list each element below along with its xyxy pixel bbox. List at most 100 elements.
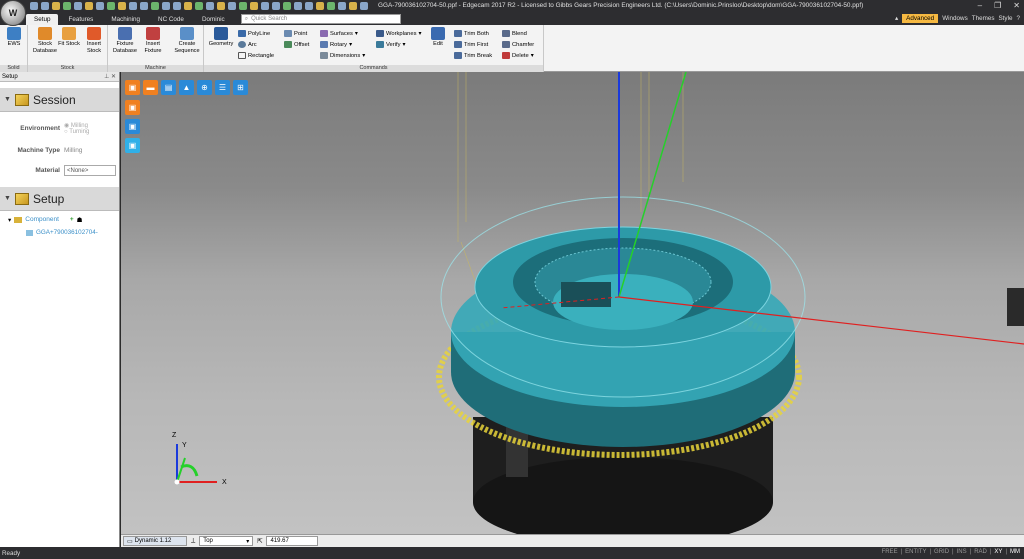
view-side-cube-icon[interactable]: ▣	[125, 119, 140, 134]
collapse-ribbon-icon[interactable]: ▴	[895, 15, 898, 22]
collapse-chevron-icon[interactable]: ▼	[4, 195, 11, 202]
verify-button[interactable]: Verify ▾	[376, 41, 405, 48]
flag-grid[interactable]: GRID	[934, 549, 949, 555]
blend-icon	[502, 30, 510, 37]
arc-button[interactable]: Arc	[238, 41, 257, 48]
trim-break-label: Trim Break	[464, 52, 493, 59]
close-button[interactable]: ✕	[1013, 1, 1020, 10]
material-dropdown[interactable]: <None>	[64, 164, 116, 176]
view-bottom-cube-icon[interactable]: ▣	[125, 138, 140, 153]
rotary-button[interactable]: Rotary ▾	[320, 41, 352, 48]
fixture-database-button[interactable]: Fixture Database	[110, 27, 140, 54]
insert-stock-icon	[87, 27, 101, 40]
point-button[interactable]: Point	[284, 30, 307, 37]
fit-stock-button[interactable]: Fit Stock	[56, 27, 82, 48]
dynamic-display-field[interactable]: ▭ Dynamic 1.12	[123, 536, 187, 546]
trim-first-button[interactable]: Trim First	[454, 41, 488, 48]
view-select[interactable]: Top ▾	[199, 536, 254, 546]
view-front-icon[interactable]: ▬	[143, 80, 158, 95]
component-item[interactable]: GGA+790036102704-	[0, 226, 119, 239]
quick-access-toolbar[interactable]	[30, 2, 368, 10]
settings-icon[interactable]: ☗	[77, 216, 83, 224]
insert-fixture-button[interactable]: Insert Fixture	[138, 27, 168, 54]
triad-x-label: X	[222, 479, 227, 486]
trim-both-button[interactable]: Trim Both	[454, 30, 489, 37]
quick-search-input[interactable]: ⌕ Quick Search	[240, 14, 401, 24]
insert-stock-button[interactable]: Insert Stock	[80, 27, 108, 54]
style-menu[interactable]: Style	[998, 15, 1012, 22]
flag-mm[interactable]: MM	[1010, 549, 1020, 555]
point-label: Point	[294, 30, 308, 37]
tab-setup[interactable]: Setup	[26, 14, 59, 25]
environment-radio-group[interactable]: ◉ Milling ○ Turning	[64, 122, 89, 135]
advanced-button[interactable]: Advanced	[902, 14, 939, 23]
view-iso-cube-icon[interactable]: ▣	[125, 80, 140, 95]
zoom-level-field[interactable]: 419.67	[266, 536, 319, 546]
trim-break-button[interactable]: Trim Break	[454, 52, 492, 59]
rotary-icon	[320, 41, 328, 48]
view-hidden-icon[interactable]: ▤	[161, 80, 176, 95]
delete-button[interactable]: Delete ▾	[502, 52, 534, 59]
flag-entity[interactable]: ENTITY	[905, 549, 926, 555]
point-icon	[284, 30, 292, 37]
view-lamp-icon[interactable]: ▲	[179, 80, 194, 95]
panel-title-text: Setup	[2, 74, 18, 80]
list-icon[interactable]: ☰	[215, 80, 230, 95]
create-sequence-button[interactable]: Create Sequence	[172, 27, 202, 54]
chamfer-icon	[502, 41, 510, 48]
grid-icon[interactable]: ⊞	[233, 80, 248, 95]
edit-button[interactable]: Edit	[426, 27, 450, 48]
view-top-cube-icon[interactable]: ▣	[125, 100, 140, 115]
insert-stock-label: Insert Stock	[87, 41, 101, 54]
themes-menu[interactable]: Themes	[972, 15, 995, 22]
geometry-button[interactable]: Geometry	[206, 27, 236, 48]
rectangle-button[interactable]: Rectangle	[238, 52, 274, 59]
zoom-level-value: 419.67	[270, 538, 289, 544]
flag-free[interactable]: FREE	[882, 549, 898, 555]
view-plane-icon: ⟂	[191, 537, 196, 544]
restore-button[interactable]: ❐	[994, 1, 1001, 10]
workplanes-label: Workplanes	[386, 30, 417, 37]
tab-nc-code[interactable]: NC Code	[150, 14, 192, 25]
component-tree-node[interactable]: ▾ Component + ☗	[0, 213, 119, 226]
edgecam-logo-icon[interactable]: W	[0, 0, 26, 26]
dimensions-button[interactable]: Dimensions ▾	[320, 52, 365, 59]
view-status-bar: ▭ Dynamic 1.12 ⟂ Top ▾ ⇱ 419.67	[121, 534, 1024, 547]
trim-both-label: Trim Both	[464, 30, 489, 37]
pin-icon[interactable]: ⊥ ✕	[104, 72, 116, 82]
setup-section-header[interactable]: ▼ Setup	[0, 187, 119, 211]
zoom-icon[interactable]: ⊕	[197, 80, 212, 95]
radio-turning[interactable]: ○ Turning	[64, 129, 89, 135]
windows-menu[interactable]: Windows	[942, 15, 968, 22]
tab-machining[interactable]: Machining	[103, 14, 148, 25]
flag-xy[interactable]: XY	[994, 549, 1002, 555]
workplanes-button[interactable]: Workplanes ▾	[376, 30, 421, 37]
ews-button[interactable]: EWS	[0, 27, 28, 48]
machine-type-row: Machine Type Milling	[0, 143, 119, 157]
surfaces-button[interactable]: Surfaces ▾	[320, 30, 358, 37]
collapse-chevron-icon[interactable]: ▼	[4, 96, 11, 103]
delete-icon	[502, 52, 510, 59]
session-section-header[interactable]: ▼ Session	[0, 88, 119, 112]
radio-milling[interactable]: ◉ Milling	[64, 122, 89, 129]
material-row: Material <None>	[0, 163, 119, 177]
tab-features[interactable]: Features	[60, 14, 101, 25]
help-icon[interactable]: ?	[1016, 15, 1020, 22]
tab-dominic[interactable]: Dominic	[194, 14, 233, 25]
ews-icon	[7, 27, 21, 40]
chamfer-label: Chamfer	[512, 41, 535, 48]
quick-search-placeholder: Quick Search	[251, 16, 288, 22]
polyline-label: PolyLine	[248, 30, 271, 37]
flag-ins[interactable]: INS	[957, 549, 967, 555]
minimize-button[interactable]: –	[978, 1, 982, 10]
graphics-viewport[interactable]: Z Y X ▣ ▬ ▤ ▲ ⊕ ☰ ⊞ ▣ ▣ ▣	[121, 72, 1024, 534]
fit-stock-label: Fit Stock	[58, 41, 80, 47]
flag-rad[interactable]: RAD	[974, 549, 987, 555]
blend-button[interactable]: Blend	[502, 30, 527, 37]
offset-button[interactable]: Offset	[284, 41, 309, 48]
expand-icon[interactable]: ▾	[8, 216, 11, 224]
add-icon[interactable]: +	[70, 216, 74, 223]
chamfer-button[interactable]: Chamfer	[502, 41, 534, 48]
environment-label: Environment	[20, 124, 60, 132]
polyline-button[interactable]: PolyLine	[238, 30, 270, 37]
